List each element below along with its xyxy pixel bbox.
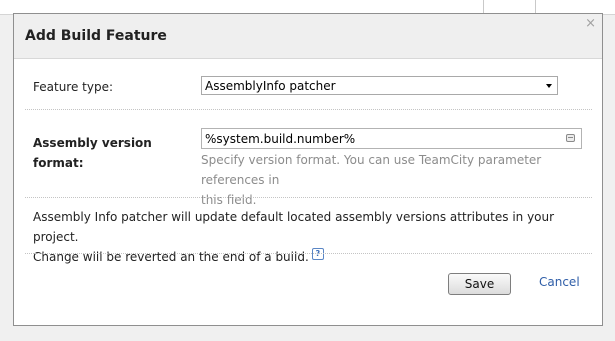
- feature-type-selected-value: AssemblyInfo patcher: [205, 79, 336, 93]
- add-build-feature-dialog: Add Build Feature × Feature type: Assemb…: [13, 13, 603, 326]
- assembly-version-format-label-line1: Assembly version: [33, 136, 152, 150]
- help-icon[interactable]: ?: [311, 248, 324, 260]
- dialog-title: Add Build Feature: [25, 28, 167, 44]
- background-divider: [483, 0, 484, 14]
- parameter-picker-icon[interactable]: [566, 134, 575, 142]
- background-divider: [535, 0, 536, 14]
- feature-type-label: Feature type:: [33, 80, 114, 94]
- assembly-version-format-value: %system.build.number%: [205, 132, 356, 146]
- assembly-version-format-label-line2: format:: [33, 156, 84, 170]
- assembly-version-format-label: Assembly version format:: [33, 133, 183, 173]
- version-format-hint-line1: Specify version format. You can use Team…: [201, 153, 542, 187]
- cancel-link[interactable]: Cancel: [539, 275, 580, 289]
- row-separator: [25, 253, 592, 254]
- assembly-version-format-input[interactable]: %system.build.number%: [201, 128, 582, 149]
- version-format-hint: Specify version format. You can use Team…: [201, 150, 586, 210]
- save-button[interactable]: Save: [448, 273, 511, 295]
- feature-type-select[interactable]: AssemblyInfo patcher: [201, 76, 558, 95]
- dialog-titlebar: Add Build Feature ×: [14, 14, 602, 59]
- row-separator: [25, 109, 592, 110]
- chevron-down-icon: [546, 84, 552, 88]
- feature-description: Assembly Info patcher will update defaul…: [33, 207, 593, 267]
- version-format-hint-line2: this field.: [201, 193, 257, 207]
- row-separator: [25, 197, 592, 198]
- close-icon[interactable]: ×: [585, 17, 596, 31]
- feature-description-line1: Assembly Info patcher will update defaul…: [33, 210, 555, 244]
